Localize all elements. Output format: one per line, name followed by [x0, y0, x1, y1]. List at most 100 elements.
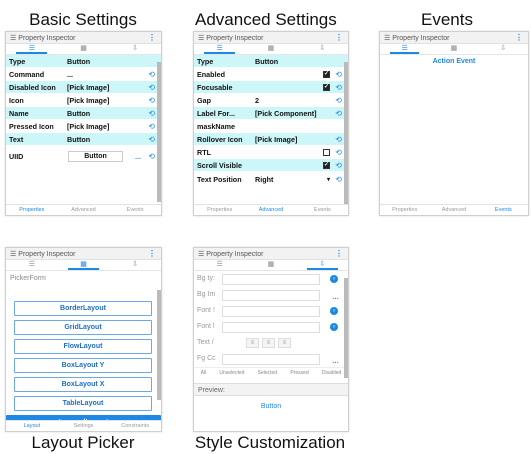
tab-settings[interactable]: Settings [58, 421, 110, 431]
tab-grid-view[interactable]: ▦ [58, 44, 110, 54]
scrollbar[interactable] [157, 290, 161, 400]
reset-icon[interactable]: ⟲ [335, 109, 342, 118]
tab-properties[interactable]: Properties [6, 205, 58, 215]
kebab-menu-icon[interactable]: ⋮ [148, 249, 156, 258]
property-row[interactable]: Label For... [Pick Component] ⟲ [194, 107, 348, 120]
layout-option-flow[interactable]: FlowLayout [14, 339, 152, 354]
style-row-font-size[interactable]: Font l › [194, 319, 348, 335]
uiid-more-button[interactable]: ... [135, 152, 141, 161]
tab-list-view[interactable]: ☰ [380, 44, 429, 54]
tab-layout[interactable]: Layout [6, 421, 58, 431]
property-row[interactable]: Disabled Icon [Pick Image] ⟲ [6, 81, 161, 94]
property-row[interactable]: Scroll Visible ✓ ⟲ [194, 159, 348, 172]
state-tab-unselected[interactable]: Unselected [219, 368, 244, 377]
style-row-bg-image[interactable]: Bg Im… [194, 287, 348, 303]
property-row[interactable]: Type Button [6, 55, 161, 68]
tab-grid-view[interactable]: ▦ [245, 44, 296, 54]
state-tab-all[interactable]: All [201, 368, 207, 377]
scroll-visible-checkbox[interactable]: ✓ [323, 161, 330, 169]
state-tab-pressed[interactable]: Pressed [290, 368, 308, 377]
kebab-menu-icon[interactable]: ⋮ [335, 249, 343, 258]
style-field[interactable] [222, 306, 320, 317]
tab-constraints[interactable]: Constraints [109, 421, 161, 431]
tab-grid-view[interactable]: ▦ [245, 260, 296, 270]
rtl-checkbox[interactable] [323, 148, 330, 156]
reset-icon[interactable]: ⟲ [335, 161, 342, 170]
property-row[interactable]: Command... ⟲ [6, 68, 161, 81]
tab-list-view[interactable]: ☰ [6, 260, 58, 270]
tab-grid-view[interactable]: ▦ [58, 260, 110, 270]
style-field[interactable] [222, 274, 320, 285]
tab-style-view[interactable]: ⇩ [297, 260, 348, 270]
property-row[interactable]: Type Button [194, 55, 348, 68]
focusable-checkbox[interactable]: ✓ [323, 83, 330, 91]
tab-style-view[interactable]: ⇩ [297, 44, 348, 54]
text-position-select[interactable]: Right [255, 175, 345, 184]
tab-list-view[interactable]: ☰ [194, 260, 245, 270]
property-row[interactable]: Pressed Icon [Pick Image] ⟲ [6, 120, 161, 133]
layout-option-boxlayout-y[interactable]: BoxLayout Y [14, 358, 152, 373]
tab-properties[interactable]: Properties [194, 205, 245, 215]
kebab-menu-icon[interactable]: ⋮ [335, 33, 343, 42]
reset-icon[interactable]: ⟲ [335, 148, 342, 157]
kebab-menu-icon[interactable]: ⋮ [515, 33, 523, 42]
property-row[interactable]: Enabled ✓ ⟲ [194, 68, 348, 81]
style-row-font[interactable]: Font ! › [194, 303, 348, 319]
tab-advanced[interactable]: Advanced [58, 205, 110, 215]
reset-icon[interactable]: ⟲ [335, 96, 342, 105]
property-row[interactable]: Text Button ⟲ [6, 133, 161, 146]
tab-properties[interactable]: Properties [380, 205, 429, 215]
kebab-menu-icon[interactable]: ⋮ [148, 33, 156, 42]
tab-events[interactable]: Events [479, 205, 528, 215]
reset-icon[interactable]: ⟲ [148, 152, 155, 161]
property-row[interactable]: maskName [194, 120, 348, 133]
reset-icon[interactable]: ⟲ [148, 109, 155, 118]
layout-option-boxlayout-x[interactable]: BoxLayout X [14, 377, 152, 392]
reset-icon[interactable]: ⟲ [335, 135, 342, 144]
reset-icon[interactable]: ⟲ [148, 70, 155, 79]
reset-icon[interactable]: ⟲ [148, 96, 155, 105]
tab-grid-view[interactable]: ▦ [429, 44, 478, 54]
scrollbar[interactable] [157, 62, 161, 202]
reset-icon[interactable]: ⟲ [335, 70, 342, 79]
align-right-icon[interactable]: ≡ [278, 338, 291, 348]
tab-events[interactable]: Events [297, 205, 348, 215]
reset-icon[interactable]: ⟲ [335, 175, 342, 184]
uiid-field[interactable]: Button [68, 151, 123, 162]
uiid-row[interactable]: UIID Button ... ⟲ [6, 148, 161, 166]
scrollbar[interactable] [344, 62, 348, 207]
tab-style-view[interactable]: ⇩ [109, 260, 161, 270]
layout-option-table[interactable]: TableLayout [14, 396, 152, 411]
property-row[interactable]: Name Button ⟲ [6, 107, 161, 120]
layout-option-border[interactable]: BorderLayout [14, 301, 152, 316]
state-tab-selected[interactable]: Selected [258, 368, 277, 377]
tab-advanced[interactable]: Advanced [245, 205, 296, 215]
preview-button[interactable]: Button [194, 403, 348, 410]
edit-icon[interactable]: › [330, 323, 338, 331]
property-row[interactable]: Gap 2 ⟲ [194, 94, 348, 107]
more-icon[interactable]: … [332, 354, 339, 370]
style-row-fg-color[interactable]: Fg Cc… [194, 351, 348, 367]
reset-icon[interactable]: ⟲ [148, 83, 155, 92]
tab-list-view[interactable]: ☰ [6, 44, 58, 54]
action-event-link[interactable]: Action Event [380, 58, 528, 65]
reset-icon[interactable]: ⟲ [335, 83, 342, 92]
layout-option-grid[interactable]: GridLayout [14, 320, 152, 335]
property-row[interactable]: Focusable ✓ ⟲ [194, 81, 348, 94]
property-row[interactable]: Text Position Right ▾ ⟲ [194, 172, 348, 188]
tab-events[interactable]: Events [109, 205, 161, 215]
scrollbar[interactable] [344, 278, 348, 378]
style-row-bg-type[interactable]: Bg ty: › [194, 271, 348, 287]
tab-advanced[interactable]: Advanced [429, 205, 478, 215]
align-left-icon[interactable]: ≡ [246, 338, 259, 348]
tab-list-view[interactable]: ☰ [194, 44, 245, 54]
reset-icon[interactable]: ⟲ [148, 135, 155, 144]
dropdown-arrow-icon[interactable]: ▾ [327, 176, 330, 183]
property-row[interactable]: RTL ⟲ [194, 146, 348, 159]
tab-style-view[interactable]: ⇩ [109, 44, 161, 54]
style-field[interactable] [222, 322, 320, 333]
align-center-icon[interactable]: ≡ [262, 338, 275, 348]
edit-icon[interactable]: › [330, 275, 338, 283]
enabled-checkbox[interactable]: ✓ [323, 70, 330, 78]
reset-icon[interactable]: ⟲ [148, 122, 155, 131]
